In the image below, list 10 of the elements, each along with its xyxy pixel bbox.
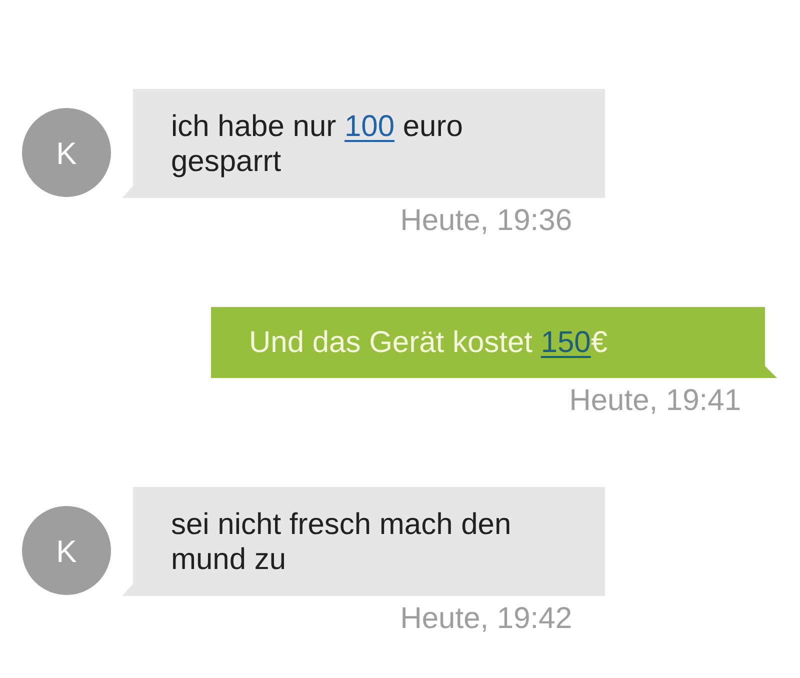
message-text: ich habe nur 100 euro gesparrt <box>171 109 464 179</box>
contact-avatar: K <box>22 506 111 595</box>
message-text: sei nicht fresch mach den mund zu <box>171 507 512 577</box>
number-link[interactable]: 150 <box>540 326 591 359</box>
message-text: Und das Gerät kostet 150€ <box>249 325 609 360</box>
message-timestamp: Heute, 19:36 <box>400 203 572 238</box>
message-timestamp: Heute, 19:41 <box>569 383 741 418</box>
message-timestamp: Heute, 19:42 <box>400 601 572 636</box>
number-link[interactable]: 100 <box>344 110 395 143</box>
contact-avatar: K <box>22 108 111 197</box>
